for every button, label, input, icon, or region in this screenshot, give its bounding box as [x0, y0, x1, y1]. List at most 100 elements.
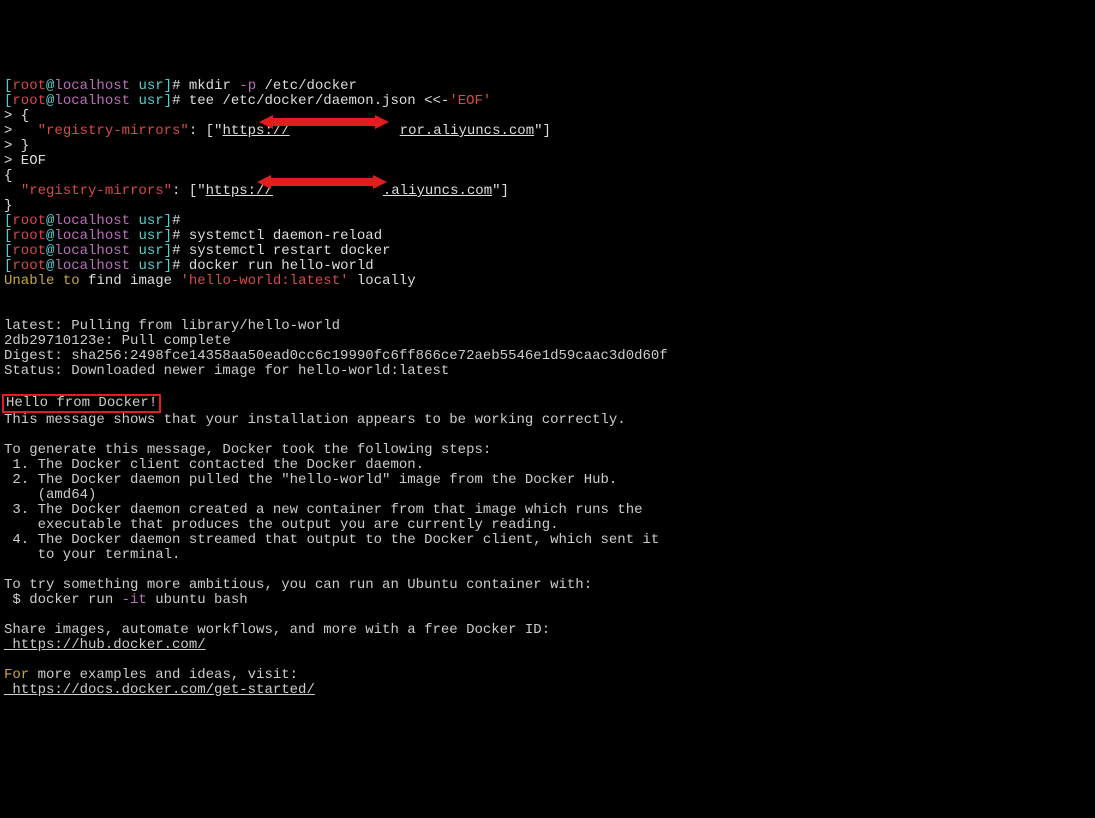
- key: "registry-mirrors": [21, 183, 172, 199]
- pull-line: latest: Pulling from library/hello-world: [4, 318, 340, 334]
- unable-line: Unable to find image 'hello-world:latest…: [4, 273, 416, 289]
- cmd: systemctl restart docker: [189, 243, 391, 259]
- out-line: "registry-mirrors": ["https:// .aliyuncs.…: [4, 183, 509, 199]
- msg-line: For more examples and ideas, visit:: [4, 667, 298, 683]
- user: root: [12, 213, 46, 229]
- msg-line: 2. The Docker daemon pulled the "hello-w…: [4, 472, 617, 488]
- out-line: {: [4, 168, 12, 184]
- sep: : [": [172, 183, 206, 199]
- line: [root@localhost usr]# docker run hello-w…: [4, 258, 374, 274]
- blank: [4, 562, 12, 578]
- indent: >: [4, 123, 38, 139]
- bracket: ]: [164, 228, 172, 244]
- hello-text: Hello from Docker!: [6, 395, 157, 411]
- heredoc-line: > }: [4, 138, 29, 154]
- url-left: https://: [222, 123, 289, 139]
- bracket: ]: [164, 243, 172, 259]
- prompt-end: #: [172, 78, 189, 94]
- line: [root@localhost usr]# mkdir -p /etc/dock…: [4, 78, 357, 94]
- dir: usr: [130, 258, 164, 274]
- hello-box: Hello from Docker!: [2, 394, 161, 413]
- link-docs[interactable]: https://docs.docker.com/get-started/: [4, 682, 315, 698]
- line: [root@localhost usr]#: [4, 213, 189, 229]
- host: localhost: [54, 228, 130, 244]
- w: locally: [349, 273, 416, 289]
- blank: [4, 607, 12, 623]
- sep: : [": [189, 123, 223, 139]
- close: "]: [492, 183, 509, 199]
- w: For: [4, 667, 29, 683]
- line: [root@localhost usr]# tee /etc/docker/da…: [4, 93, 491, 109]
- cmd: docker run hello-world: [189, 258, 374, 274]
- prompt-end: #: [172, 213, 189, 229]
- blank: [4, 303, 12, 319]
- user: root: [12, 258, 46, 274]
- bracket: ]: [164, 93, 172, 109]
- user: root: [12, 228, 46, 244]
- prompt-end: #: [172, 243, 189, 259]
- host: localhost: [54, 243, 130, 259]
- msg-line: 4. The Docker daemon streamed that outpu…: [4, 532, 659, 548]
- cmd: mkdir: [189, 78, 239, 94]
- heredoc-line: > {: [4, 108, 29, 124]
- msg-line: to your terminal.: [4, 547, 180, 563]
- w: ubuntu bash: [147, 592, 248, 608]
- indent: [4, 183, 21, 199]
- bracket: ]: [164, 213, 172, 229]
- arg: /etc/docker: [256, 78, 357, 94]
- dir: usr: [130, 243, 164, 259]
- w: to: [54, 273, 79, 289]
- blank: [4, 427, 12, 443]
- user: root: [12, 93, 46, 109]
- terminal-output: [root@localhost usr]# mkdir -p /etc/dock…: [4, 64, 1091, 743]
- heredoc-line: > EOF: [4, 153, 46, 169]
- cmd: systemctl daemon-reload: [189, 228, 382, 244]
- msg-line: (amd64): [4, 487, 96, 503]
- bracket: ]: [164, 78, 172, 94]
- line: [root@localhost usr]# systemctl daemon-r…: [4, 228, 382, 244]
- url-right: .aliyuncs.com: [383, 183, 492, 199]
- cmd: tee /etc/docker/daemon.json <<-: [189, 93, 449, 109]
- bracket: ]: [164, 258, 172, 274]
- w: 'hello-world:latest': [180, 273, 348, 289]
- dir: usr: [130, 78, 164, 94]
- host: localhost: [54, 258, 130, 274]
- w: Unable: [4, 273, 54, 289]
- link-hub[interactable]: https://hub.docker.com/: [4, 637, 206, 653]
- user: root: [12, 243, 46, 259]
- eof: 'EOF': [449, 93, 491, 109]
- msg-line: $ docker run -it ubuntu bash: [4, 592, 248, 608]
- out-line: }: [4, 198, 12, 214]
- msg-line: 3. The Docker daemon created a new conta…: [4, 502, 643, 518]
- host: localhost: [54, 93, 130, 109]
- pull-line: Status: Downloaded newer image for hello…: [4, 363, 449, 379]
- flag: -it: [122, 592, 147, 608]
- w: more examples and ideas, visit:: [29, 667, 298, 683]
- msg-line: This message shows that your installatio…: [4, 412, 626, 428]
- blank: [4, 378, 12, 394]
- dir: usr: [130, 213, 164, 229]
- msg-line: executable that produces the output you …: [4, 517, 559, 533]
- msg-line: To generate this message, Docker took th…: [4, 442, 491, 458]
- pull-line: Digest: sha256:2498fce14358aa50ead0cc6c1…: [4, 348, 668, 364]
- w: find image: [80, 273, 181, 289]
- flag: -p: [239, 78, 256, 94]
- host: localhost: [54, 78, 130, 94]
- msg-line: 1. The Docker client contacted the Docke…: [4, 457, 424, 473]
- key: "registry-mirrors": [38, 123, 189, 139]
- dir: usr: [130, 228, 164, 244]
- dir: usr: [130, 93, 164, 109]
- close: "]: [534, 123, 551, 139]
- pull-line: 2db29710123e: Pull complete: [4, 333, 231, 349]
- prompt-end: #: [172, 228, 189, 244]
- line: [root@localhost usr]# systemctl restart …: [4, 243, 391, 259]
- url-left: https://: [206, 183, 273, 199]
- url-right: ror.aliyuncs.com: [400, 123, 534, 139]
- blank: [4, 652, 12, 668]
- host: localhost: [54, 213, 130, 229]
- user: root: [12, 78, 46, 94]
- prompt-end: #: [172, 258, 189, 274]
- msg-line: To try something more ambitious, you can…: [4, 577, 592, 593]
- msg-line: Share images, automate workflows, and mo…: [4, 622, 550, 638]
- w: $ docker run: [4, 592, 122, 608]
